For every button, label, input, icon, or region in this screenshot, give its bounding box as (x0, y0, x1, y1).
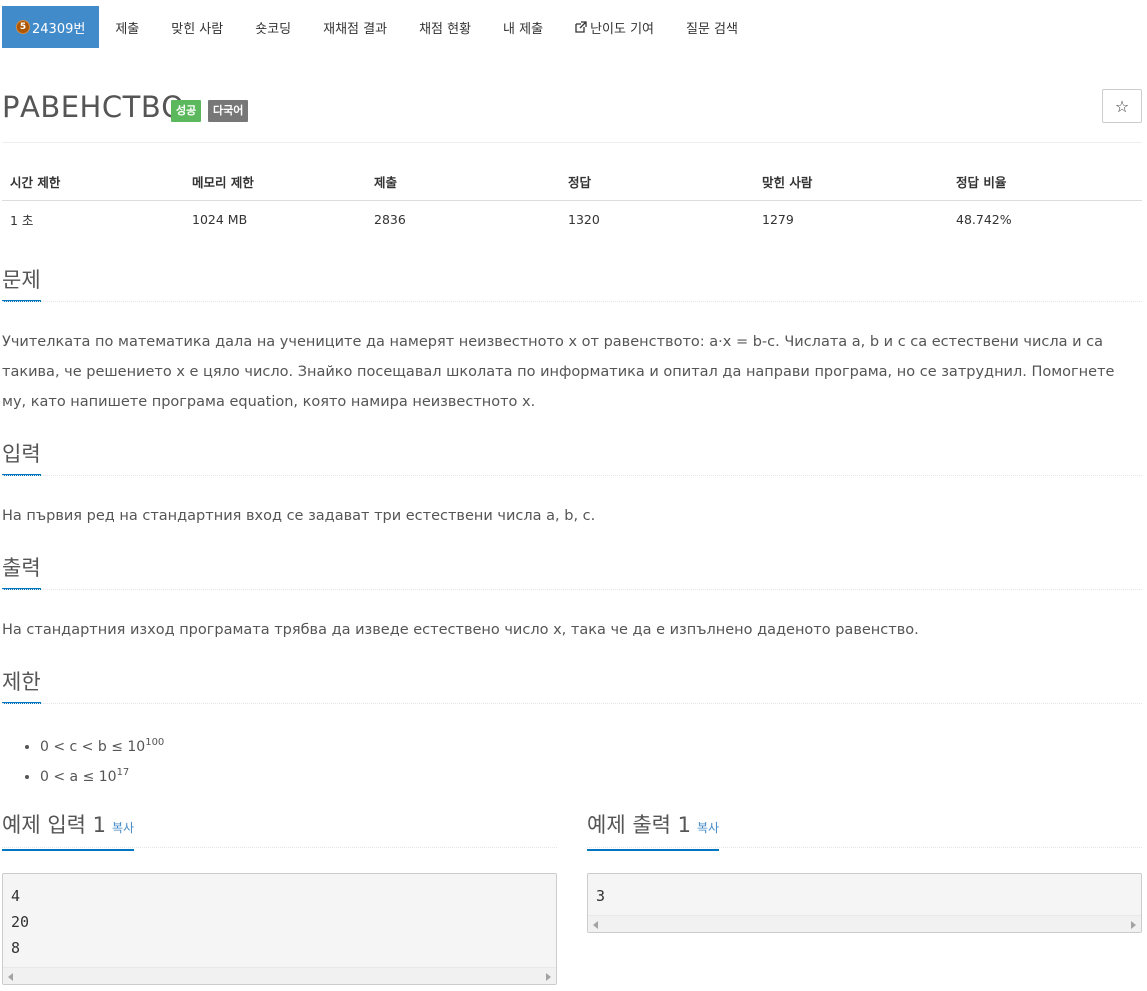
nav-problem-number[interactable]: 5 24309번 (2, 6, 100, 48)
table-header-row: 시간 제한 메모리 제한 제출 정답 맞힌 사람 정답 비율 (2, 162, 1142, 201)
nav-label: 난이도 기여 (590, 21, 654, 37)
section-heading: 입력 (2, 440, 41, 476)
limit-exponent: 17 (116, 767, 130, 778)
section-heading: 제한 (2, 668, 41, 704)
input-description: На първия ред на стандартния вход се зад… (2, 508, 596, 524)
th-accepted: 정답 (560, 162, 754, 201)
th-accept-ratio: 정답 비율 (948, 162, 1142, 201)
nav-my-submissions[interactable]: 내 제출 (487, 6, 559, 48)
scroll-right-icon[interactable] (1131, 921, 1136, 929)
limit-base: 0 < c < b ≤ 10 (40, 739, 146, 755)
nav-question-search[interactable]: 질문 검색 (670, 6, 754, 48)
list-item: 0 < c < b ≤ 10100 (40, 732, 164, 762)
problem-number: 24309번 (32, 21, 86, 37)
th-solved-users: 맞힌 사람 (754, 162, 948, 201)
output-description: На стандартния изход програмата трябва д… (2, 622, 919, 638)
sample-input-column: 예제 입력 1 복사 (2, 810, 557, 851)
section-problem-header: 문제 (2, 266, 1142, 302)
nav-label: 질문 검색 (686, 21, 738, 37)
divider (2, 589, 1142, 590)
divider (2, 475, 1142, 476)
copy-input-button[interactable]: 복사 (112, 821, 134, 835)
nav-submit[interactable]: 제출 (99, 6, 155, 48)
copy-output-button[interactable]: 복사 (697, 821, 719, 835)
sample-output-box[interactable]: 3 (587, 873, 1142, 933)
scroll-right-icon[interactable] (546, 973, 551, 981)
memory-limit-value: 1024 MB (192, 212, 248, 227)
section-input-header: 입력 (2, 440, 1142, 476)
sample-output-header: 예제 출력 1 복사 (587, 810, 1142, 851)
scroll-left-icon[interactable] (593, 921, 598, 929)
sample-output-heading: 예제 출력 1 (587, 813, 691, 837)
divider (2, 703, 1142, 704)
scroll-left-icon[interactable] (8, 973, 13, 981)
limits-list: 0 < c < b ≤ 10100 0 < a ≤ 1017 (22, 732, 164, 792)
limit-exponent: 100 (145, 737, 165, 748)
problem-info-table: 시간 제한 메모리 제한 제출 정답 맞힌 사람 정답 비율 1 초 1024 … (2, 162, 1142, 238)
nav-label: 맞힌 사람 (171, 21, 224, 37)
th-submissions: 제출 (366, 162, 560, 201)
nav-label: 재채점 결과 (323, 21, 388, 37)
sample-heading-wrap: 예제 출력 1 복사 (587, 810, 720, 851)
horizontal-scrollbar[interactable] (588, 915, 1141, 932)
problem-title: РАВЕНСТВО (2, 90, 185, 124)
problem-description: Учителката по математика дала на ученици… (2, 334, 1115, 410)
divider (2, 142, 1142, 143)
sample-input-box[interactable]: 4 20 8 (2, 873, 557, 985)
tier-badge-icon: 5 (16, 20, 30, 34)
sample-input-heading: 예제 입력 1 (2, 813, 106, 837)
th-memory-limit: 메모리 제한 (184, 162, 366, 201)
status-badge-success: 성공 (171, 100, 202, 122)
section-heading: 출력 (2, 554, 41, 590)
accepted-value: 1320 (568, 212, 600, 227)
nav-label: 숏코딩 (255, 21, 292, 37)
nav-difficulty-contribute[interactable]: 난이도 기여 (559, 6, 670, 48)
horizontal-scrollbar[interactable] (3, 967, 556, 984)
nav-short-coding[interactable]: 숏코딩 (239, 6, 307, 48)
nav-label: 내 제출 (503, 21, 544, 37)
external-link-icon (575, 21, 587, 33)
nav-label: 제출 (115, 21, 140, 37)
favorite-star-button[interactable]: ☆ (1102, 89, 1142, 123)
table-row: 1 초 1024 MB 2836 1320 1279 48.742% (2, 201, 1142, 239)
limit-base: 0 < a ≤ 10 (40, 769, 117, 785)
star-icon: ☆ (1114, 96, 1130, 116)
time-limit-value: 1 초 (10, 213, 34, 228)
solved-users-value: 1279 (762, 212, 794, 227)
title-row: РАВЕНСТВО 성공 다국어 ☆ (2, 88, 1142, 128)
sample-output-column: 예제 출력 1 복사 (587, 810, 1142, 851)
problem-menu: 5 24309번 제출 맞힌 사람 숏코딩 재채점 결과 채점 현황 내 제출 … (2, 6, 754, 48)
nav-label: 채점 현황 (419, 21, 472, 37)
status-badge-multilang: 다국어 (208, 100, 249, 122)
sample-input-content: 4 20 8 (11, 887, 30, 957)
th-time-limit: 시간 제한 (2, 162, 184, 201)
section-limits-header: 제한 (2, 668, 1142, 704)
divider (2, 301, 1142, 302)
submissions-value: 2836 (374, 212, 406, 227)
nav-solved-users[interactable]: 맞힌 사람 (155, 6, 239, 48)
sample-output-content: 3 (596, 887, 606, 905)
accept-ratio-value: 48.742% (956, 212, 1012, 227)
sample-input-header: 예제 입력 1 복사 (2, 810, 557, 851)
sample-heading-wrap: 예제 입력 1 복사 (2, 810, 135, 851)
list-item: 0 < a ≤ 1017 (40, 762, 164, 792)
section-output-header: 출력 (2, 554, 1142, 590)
section-heading: 문제 (2, 266, 41, 302)
nav-rejudge-results[interactable]: 재채점 결과 (307, 6, 403, 48)
nav-status[interactable]: 채점 현황 (403, 6, 487, 48)
